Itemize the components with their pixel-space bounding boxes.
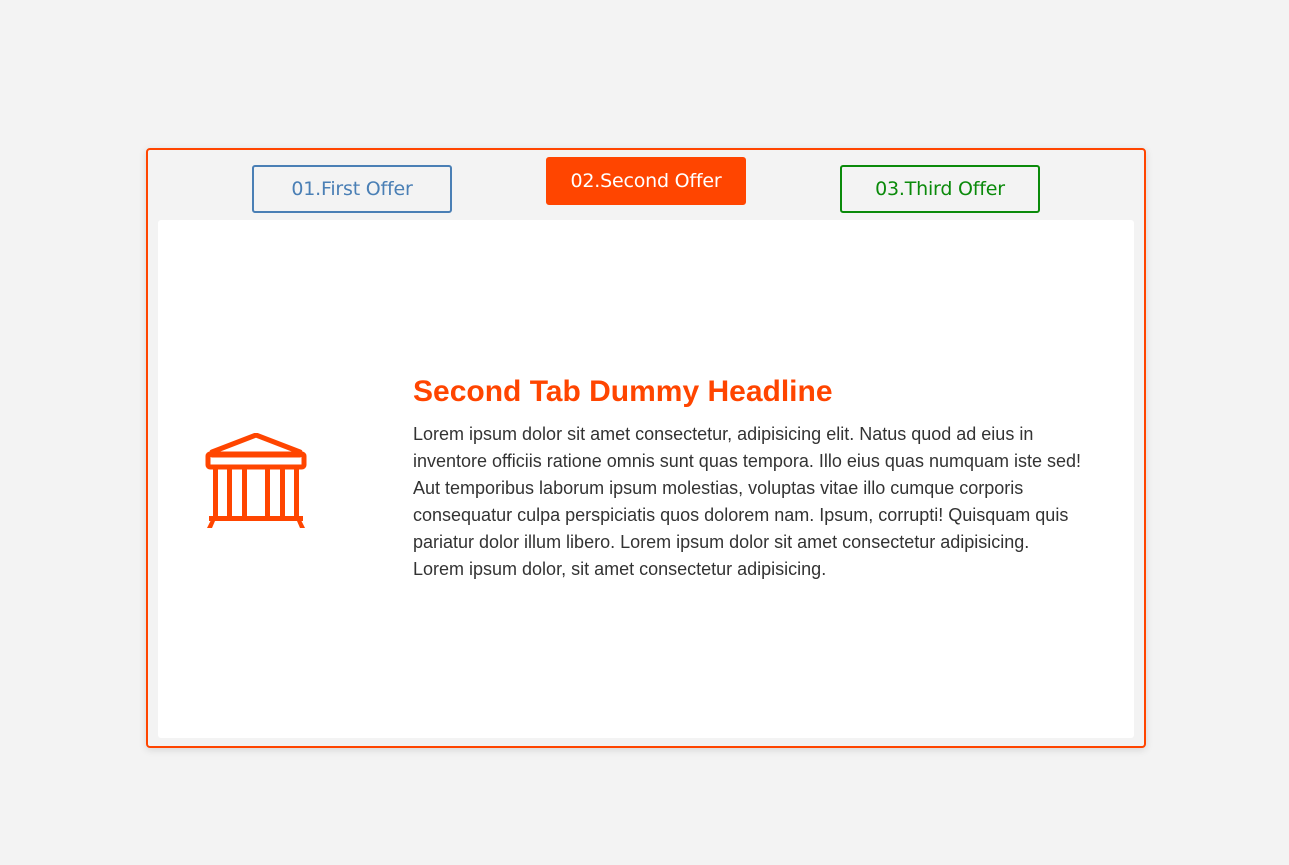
bank-building-icon (205, 432, 307, 529)
tab-panel-second-offer: Second Tab Dummy Headline Lorem ipsum do… (158, 220, 1134, 738)
panel-body-text: Lorem ipsum dolor sit amet consectetur, … (413, 424, 1082, 579)
tab-first-offer[interactable]: 01.First Offer (252, 165, 452, 213)
panel-content: Second Tab Dummy Headline Lorem ipsum do… (413, 374, 1083, 583)
tab-third-offer[interactable]: 03.Third Offer (840, 165, 1040, 213)
tab-second-offer[interactable]: 02.Second Offer (546, 157, 746, 205)
tabs-card: 01.First Offer 02.Second Offer 03.Third … (146, 148, 1146, 748)
panel-headline: Second Tab Dummy Headline (413, 375, 833, 408)
